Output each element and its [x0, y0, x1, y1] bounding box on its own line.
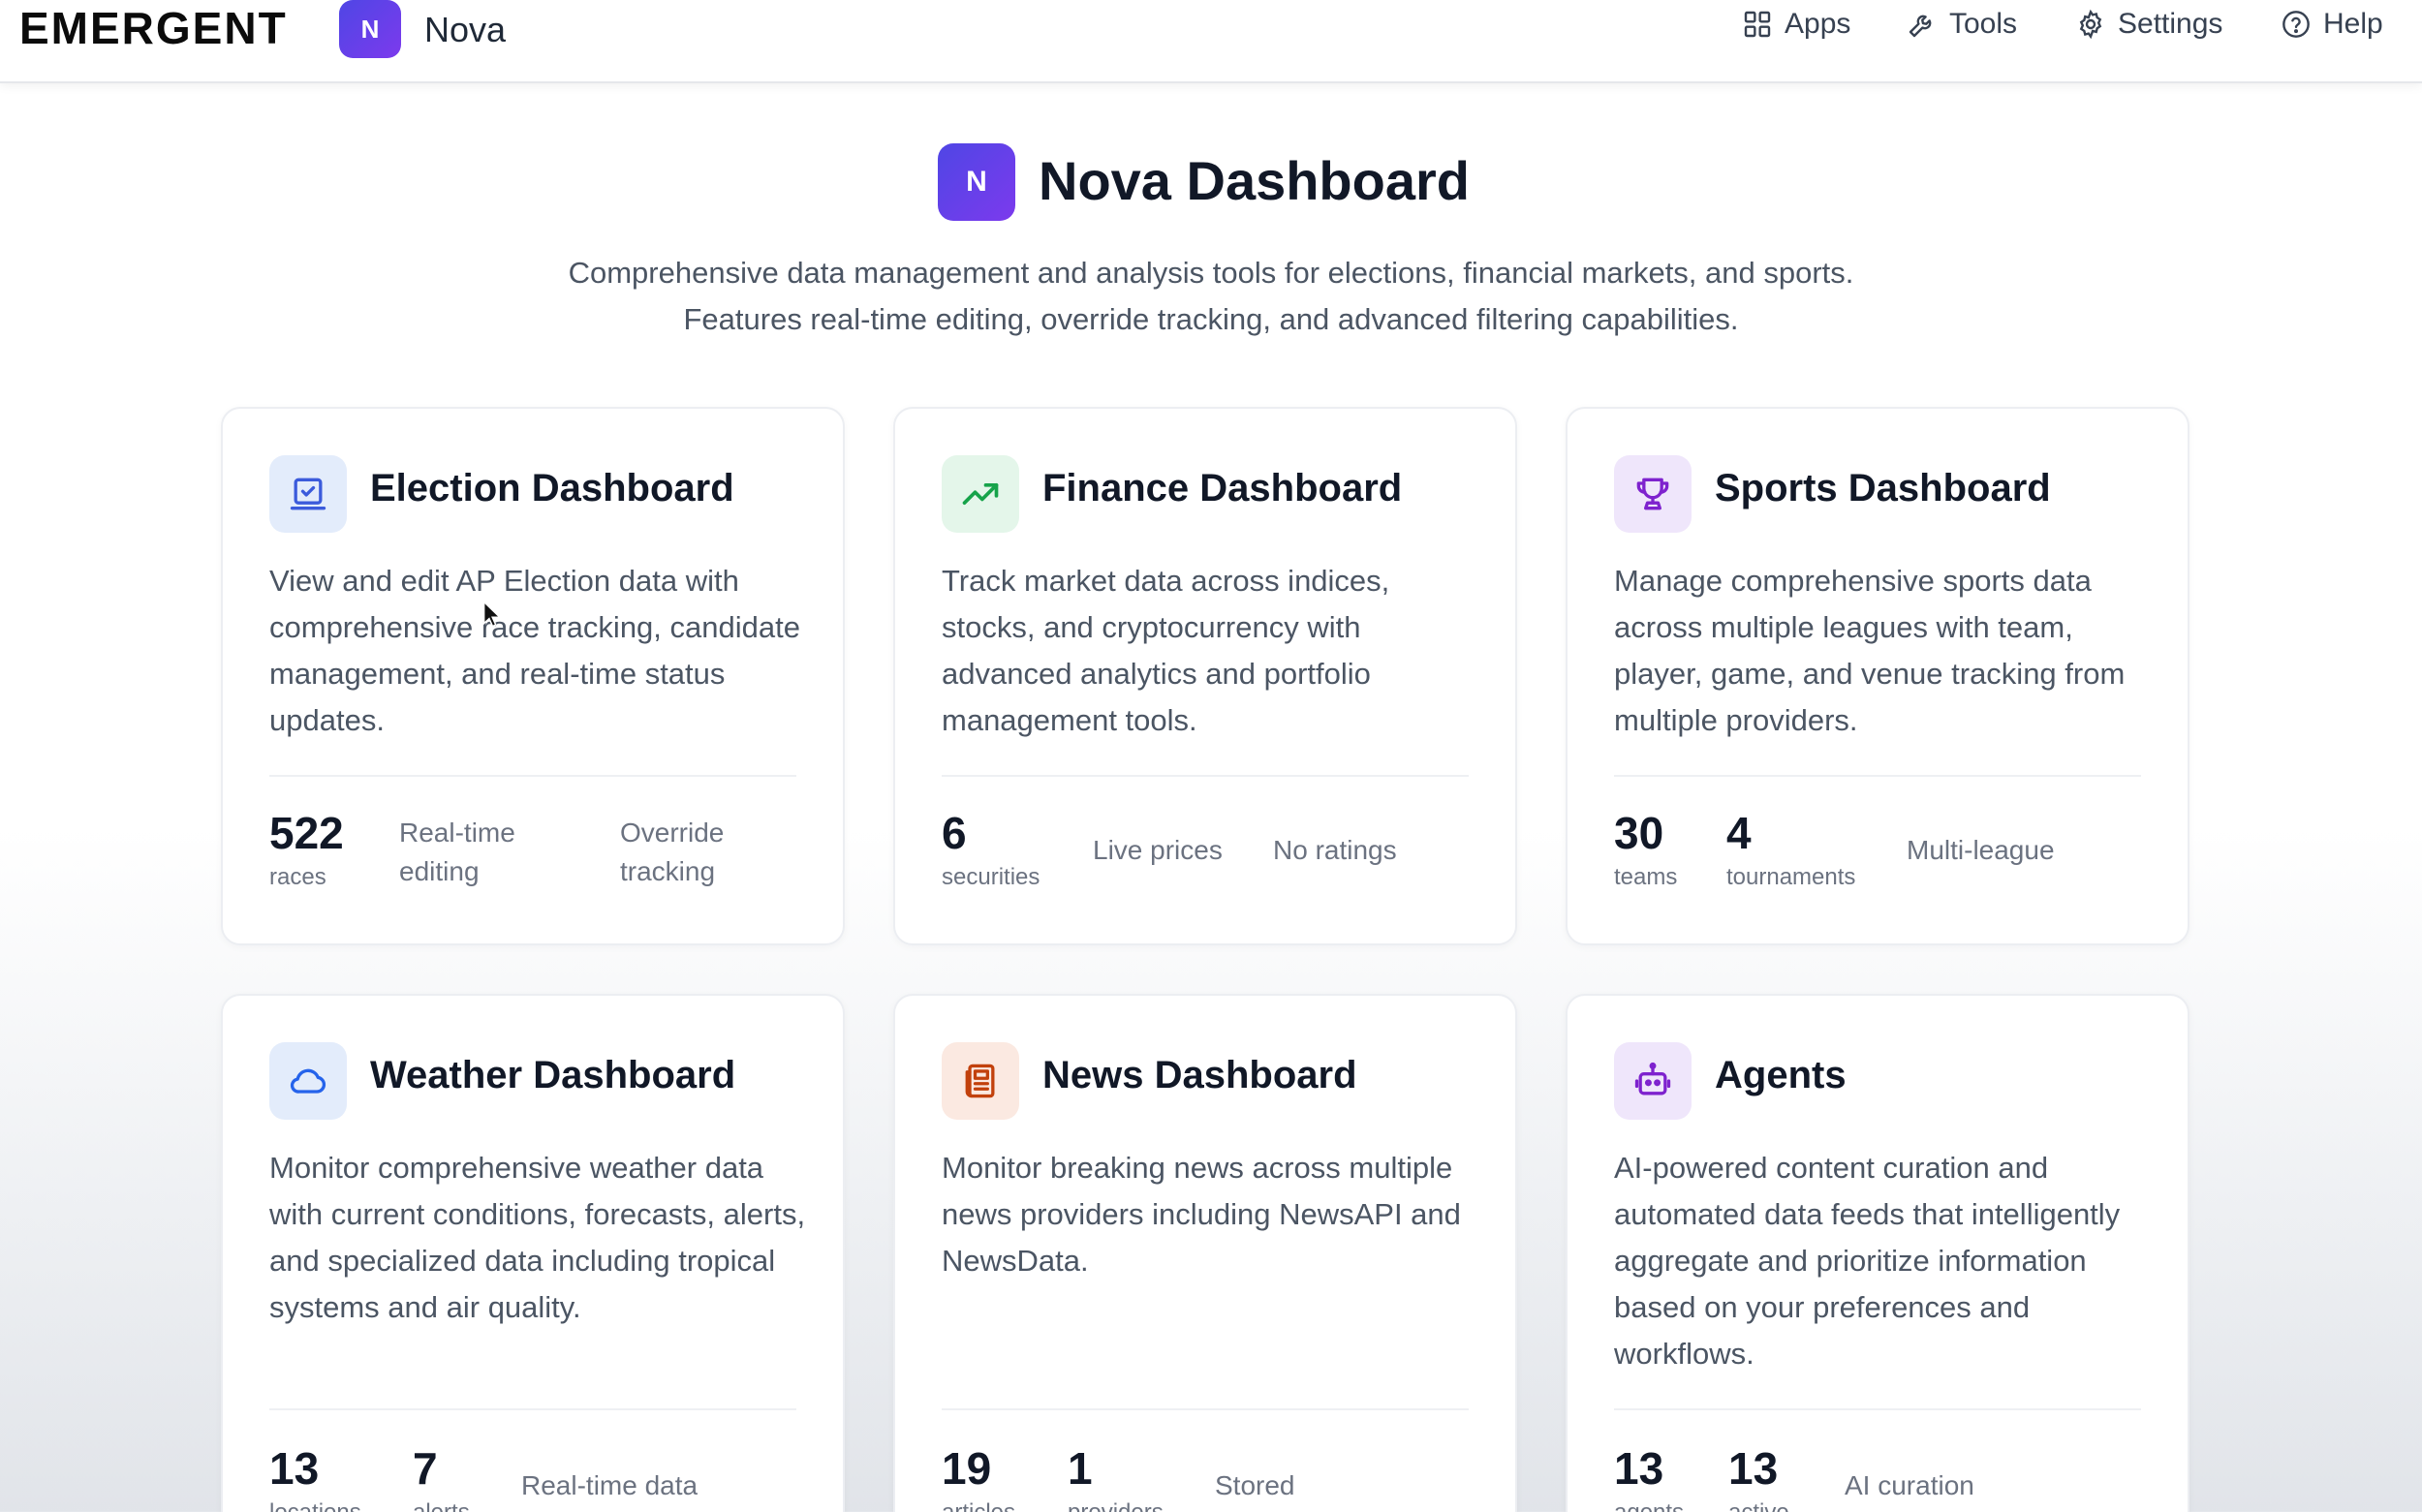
stat-value: 4: [1726, 808, 1752, 858]
brand-logo[interactable]: EMERGENT: [19, 6, 288, 50]
nav-help[interactable]: Help: [2281, 8, 2383, 41]
stat-articles: 19 articles: [942, 1443, 1015, 1512]
nav-tools-label: Tools: [1949, 8, 2018, 40]
stat-label: teams: [1614, 864, 1678, 890]
agents-icon-box: [1614, 1042, 1692, 1120]
card-title: Sports Dashboard: [1715, 467, 2051, 509]
card-divider: [269, 1408, 796, 1410]
finance-dashboard-card[interactable]: Finance Dashboard Track market data acro…: [893, 407, 1517, 945]
help-circle-icon: [2282, 11, 2310, 38]
sports-icon-box: [1614, 455, 1692, 533]
card-divider: [942, 775, 1469, 777]
card-divider: [942, 1408, 1469, 1410]
feature-tag: AI curation: [1845, 1470, 1974, 1500]
election-dashboard-card[interactable]: Election Dashboard View and edit AP Elec…: [221, 407, 845, 945]
stat-label: races: [269, 864, 326, 890]
nav-settings-label: Settings: [2118, 8, 2223, 40]
stat-teams: 30 teams: [1614, 808, 1677, 891]
stat-value: 7: [413, 1443, 438, 1494]
stat-label: agents: [1614, 1499, 1684, 1512]
card-title: Finance Dashboard: [1042, 467, 1403, 509]
nav-settings[interactable]: Settings: [2075, 8, 2222, 41]
stat-value: 522: [269, 808, 344, 858]
stat-label: tournaments: [1726, 864, 1856, 890]
nav-help-label: Help: [2323, 8, 2383, 40]
mouse-cursor-icon: [482, 601, 500, 628]
stat-label: securities: [942, 864, 1040, 890]
weather-icon-box: [269, 1042, 347, 1120]
stat-label: articles: [942, 1499, 1015, 1512]
stat-value: 1: [1068, 1443, 1093, 1494]
stat-value: 13: [269, 1443, 320, 1494]
app-name[interactable]: Nova: [424, 10, 506, 50]
card-description: AI-powered content curation and automate…: [1614, 1151, 2121, 1371]
page-subtitle: Comprehensive data management and analys…: [568, 256, 1854, 336]
feature-tag: Live prices: [1093, 835, 1223, 865]
page-title: Nova Dashboard: [1039, 150, 1470, 211]
gear-icon: [2079, 9, 2102, 40]
card-divider: [269, 775, 796, 777]
card-description: Track market data across indices, stocks…: [942, 564, 1390, 737]
stat-value: 30: [1614, 808, 1664, 858]
card-title: Election Dashboard: [370, 467, 734, 509]
card-description: View and edit AP Election data with comp…: [269, 564, 800, 737]
top-bar: EMERGENT N Nova Apps Tools Settings Help: [0, 0, 2422, 83]
stat-locations: 13 locations: [269, 1443, 361, 1512]
card-description: Manage comprehensive sports data across …: [1614, 564, 2126, 737]
sports-dashboard-card[interactable]: Sports Dashboard Manage comprehensive sp…: [1566, 407, 2189, 945]
stat-alerts: 7 alerts: [413, 1443, 470, 1512]
feature-tag: Stored: [1215, 1470, 1295, 1500]
robot-icon: [1634, 1062, 1671, 1095]
trending-up-icon: [962, 483, 999, 505]
app-badge[interactable]: N: [339, 0, 401, 58]
feature-tag: Override tracking: [620, 818, 725, 886]
news-dashboard-card[interactable]: News Dashboard Monitor breaking news acr…: [893, 994, 1517, 1512]
stat-active: 13 active: [1728, 1443, 1789, 1512]
card-description: Monitor comprehensive weather data with …: [269, 1151, 806, 1324]
stat-agents: 13 agents: [1614, 1443, 1684, 1512]
nav-apps[interactable]: Apps: [1742, 8, 1850, 41]
feature-tag: Real-time editing: [399, 818, 515, 886]
newspaper-icon: [965, 1064, 995, 1098]
card-title: News Dashboard: [1042, 1054, 1357, 1096]
stat-value: 13: [1728, 1443, 1779, 1494]
trophy-icon: [1636, 478, 1669, 510]
stat-label: providers: [1068, 1499, 1164, 1512]
finance-icon-box: [942, 455, 1019, 533]
card-description: Monitor breaking news across multiple ne…: [942, 1151, 1461, 1278]
card-title: Weather Dashboard: [370, 1054, 736, 1096]
wrench-icon: [1909, 15, 1932, 38]
stat-securities: 6 securities: [942, 808, 1040, 891]
feature-tag: No ratings: [1273, 835, 1397, 865]
news-icon-box: [942, 1042, 1019, 1120]
agents-card[interactable]: Agents AI-powered content curation and a…: [1566, 994, 2189, 1512]
stat-value: 19: [942, 1443, 992, 1494]
ballot-icon: [290, 478, 326, 510]
feature-tag: Multi-league: [1907, 835, 2055, 865]
stat-label: alerts: [413, 1499, 470, 1512]
nav-apps-label: Apps: [1785, 8, 1851, 40]
stat-tournaments: 4 tournaments: [1726, 808, 1855, 891]
stat-value: 6: [942, 808, 967, 858]
card-divider: [1614, 1408, 2141, 1410]
stat-label: active: [1728, 1499, 1789, 1512]
weather-dashboard-card[interactable]: Weather Dashboard Monitor comprehensive …: [221, 994, 845, 1512]
stat-value: 13: [1614, 1443, 1664, 1494]
grid-icon: [1744, 11, 1771, 38]
card-title: Agents: [1715, 1054, 1847, 1096]
hero-badge: N: [938, 143, 1015, 221]
stat-providers: 1 providers: [1068, 1443, 1164, 1512]
stat-label: locations: [269, 1499, 361, 1512]
cloud-icon: [290, 1068, 326, 1094]
election-icon-box: [269, 455, 347, 533]
feature-tag: Real-time data: [521, 1470, 699, 1500]
nav-tools[interactable]: Tools: [1907, 8, 2017, 41]
stat-races: 522 races: [269, 808, 344, 891]
card-divider: [1614, 775, 2141, 777]
